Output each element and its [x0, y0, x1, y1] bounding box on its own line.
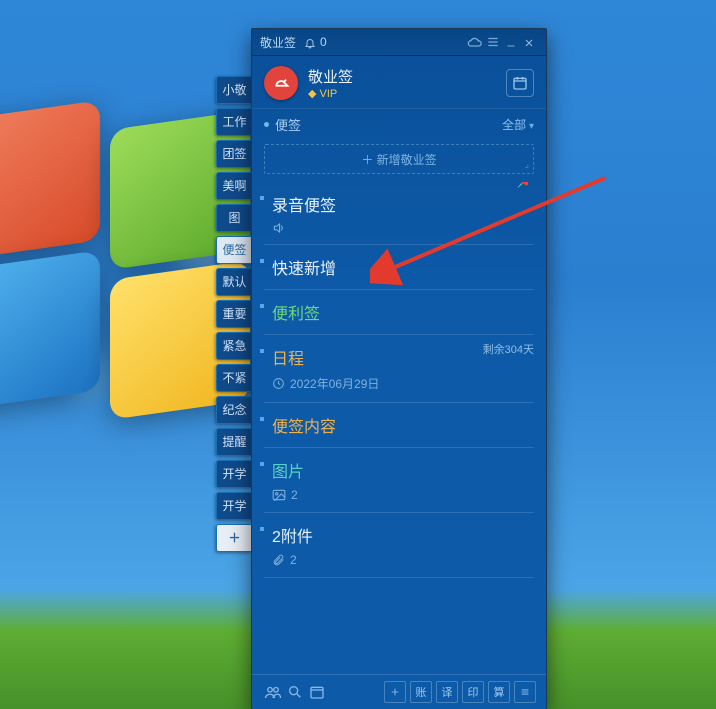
footer-btn-1[interactable]: 译	[436, 681, 458, 703]
category-side-tabs: 小敬工作团签美啊图便签默认重要紧急不紧纪念提醒开学开学＋	[216, 76, 252, 556]
notes-list: 录音便签📌快速新增便利签日程剩余304天2022年06月29日便签内容图片22附…	[252, 182, 546, 674]
footer-add-button[interactable]	[384, 681, 406, 703]
contacts-icon[interactable]	[262, 684, 284, 701]
vip-badge: VIP	[308, 87, 506, 100]
note-title: 2附件	[272, 523, 532, 547]
section-dot-icon	[264, 122, 269, 127]
notification-count: 0	[320, 35, 327, 49]
side-tab-5[interactable]: 便签	[216, 236, 252, 264]
note-meta	[272, 222, 532, 234]
note-meta: 2	[272, 488, 532, 502]
side-tab-11[interactable]: 提醒	[216, 428, 252, 456]
note-title: 便利签	[272, 300, 532, 324]
side-tab-12[interactable]: 开学	[216, 460, 252, 488]
side-tab-1[interactable]: 工作	[216, 108, 252, 136]
side-tab-2[interactable]: 团签	[216, 140, 252, 168]
note-meta: 2	[272, 553, 532, 567]
side-tab-10[interactable]: 纪念	[216, 396, 252, 424]
titlebar-app-name: 敬业签	[260, 34, 296, 51]
add-note-input[interactable]: ＋ 新增敬业签 ⌟	[264, 144, 534, 174]
footer-btn-2[interactable]: 印	[462, 681, 484, 703]
menu-icon[interactable]	[484, 35, 502, 50]
note-item-5[interactable]: 图片 2	[264, 448, 534, 513]
side-tab-13[interactable]: 开学	[216, 492, 252, 520]
search-icon[interactable]	[284, 684, 306, 701]
side-tab-3[interactable]: 美啊	[216, 172, 252, 200]
footer-toolbar: 账 译 印 算	[252, 674, 546, 709]
pin-icon: 📌	[517, 182, 534, 189]
side-tab-6[interactable]: 默认	[216, 268, 252, 296]
add-note-placeholder: ＋ 新增敬业签	[361, 151, 436, 168]
resize-corner-icon: ⌟	[524, 159, 529, 170]
calendar-small-icon[interactable]	[306, 684, 328, 701]
note-item-6[interactable]: 2附件2	[264, 513, 534, 578]
side-tab-0[interactable]: 小敬	[216, 76, 252, 104]
close-icon[interactable]	[520, 35, 538, 49]
note-badge: 剩余304天	[483, 341, 534, 357]
app-panel: 敬业签 0 敬业签 VIP 便签 全	[251, 28, 547, 709]
calendar-button[interactable]	[506, 69, 534, 97]
header: 敬业签 VIP	[252, 56, 546, 109]
note-title: 录音便签	[272, 192, 532, 216]
note-item-1[interactable]: 快速新增	[264, 245, 534, 290]
note-item-3[interactable]: 日程剩余304天2022年06月29日	[264, 335, 534, 403]
section-header: 便签 全部	[252, 109, 546, 140]
note-title: 图片	[272, 458, 532, 482]
note-title: 快速新增	[272, 255, 532, 279]
section-label: 便签	[275, 115, 301, 134]
side-tab-add[interactable]: ＋	[216, 524, 252, 552]
bell-icon[interactable]	[304, 35, 316, 49]
side-tab-4[interactable]: 图	[216, 204, 252, 232]
minimize-icon[interactable]	[502, 35, 520, 49]
note-meta: 2022年06月29日	[272, 375, 532, 392]
side-tab-9[interactable]: 不紧	[216, 364, 252, 392]
side-tab-8[interactable]: 紧急	[216, 332, 252, 360]
brand-name: 敬业签	[308, 66, 506, 87]
note-item-0[interactable]: 录音便签 📌	[264, 182, 534, 245]
side-tab-7[interactable]: 重要	[216, 300, 252, 328]
cloud-sync-icon[interactable]	[466, 35, 484, 50]
filter-all-dropdown[interactable]: 全部	[502, 116, 534, 133]
footer-btn-3[interactable]: 算	[488, 681, 510, 703]
note-title: 便签内容	[272, 413, 532, 437]
note-item-4[interactable]: 便签内容	[264, 403, 534, 448]
footer-btn-0[interactable]: 账	[410, 681, 432, 703]
footer-more-button[interactable]	[514, 681, 536, 703]
title-bar: 敬业签 0	[252, 29, 546, 56]
brand-logo	[264, 66, 298, 100]
note-item-2[interactable]: 便利签	[264, 290, 534, 335]
